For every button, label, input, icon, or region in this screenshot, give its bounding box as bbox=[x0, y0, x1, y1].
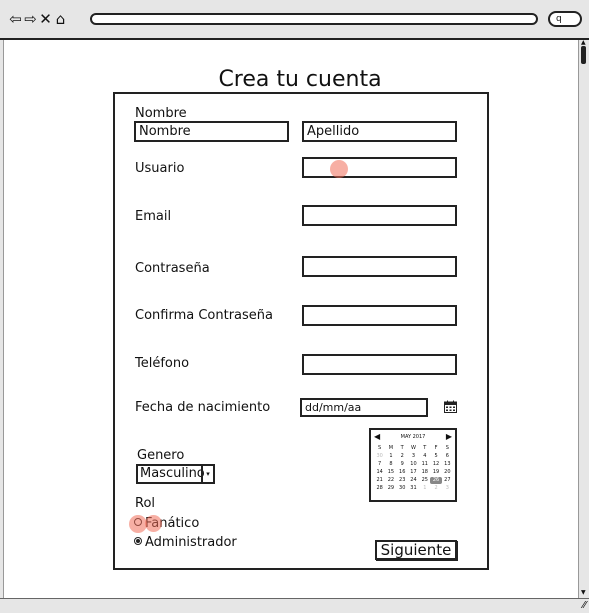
calendar-day[interactable]: 15 bbox=[385, 469, 396, 476]
calendar-weekday: T bbox=[423, 445, 427, 451]
gender-select[interactable]: Masculino ▾ bbox=[136, 464, 215, 484]
role-option-label: Administrador bbox=[145, 535, 237, 550]
address-bar[interactable] bbox=[90, 13, 538, 25]
calendar-day[interactable]: 19 bbox=[430, 469, 441, 476]
calendar-weekday: W bbox=[411, 445, 416, 451]
email-field[interactable] bbox=[302, 205, 457, 226]
calendar-day[interactable]: 18 bbox=[419, 469, 430, 476]
phone-label: Teléfono bbox=[135, 356, 190, 371]
calendar-day[interactable]: 29 bbox=[385, 485, 396, 492]
last-name-field[interactable]: Apellido bbox=[302, 121, 457, 142]
calendar-day[interactable]: 28 bbox=[374, 485, 385, 492]
calendar-weekday: M bbox=[388, 445, 394, 451]
confirm-password-field[interactable] bbox=[302, 305, 457, 326]
forward-arrow-icon[interactable]: ⇨ bbox=[24, 10, 39, 28]
cursor-highlight bbox=[330, 160, 348, 178]
first-name-field[interactable]: Nombre bbox=[134, 121, 289, 142]
calendar-day[interactable]: 25 bbox=[419, 477, 430, 484]
chevron-down-icon[interactable]: ▾ bbox=[201, 466, 213, 482]
calendar-day[interactable]: 3 bbox=[442, 485, 453, 492]
calendar-grid: S M T W T F S 30 1 2 3 4 5 6 7 8 9 10 11 12 13 14 15 16 17 18 19 20… bbox=[374, 445, 453, 492]
calendar-day[interactable]: 27 bbox=[442, 477, 453, 484]
calendar-day[interactable]: 21 bbox=[374, 477, 385, 484]
date-picker-calendar[interactable]: ◀ MAY 2017 ▶ S M T W T F S 30 1 2 3 4 5 6 7 8 9 10 11 12 13 1… bbox=[369, 428, 457, 502]
role-label: Rol bbox=[135, 496, 156, 511]
nombre-label: Nombre bbox=[135, 106, 187, 121]
calendar-day[interactable]: 5 bbox=[430, 453, 441, 460]
next-button[interactable]: Siguiente bbox=[375, 540, 457, 560]
password-field[interactable] bbox=[302, 256, 457, 277]
calendar-weekday: S bbox=[378, 445, 382, 451]
cursor-highlight bbox=[145, 515, 162, 532]
next-month-icon[interactable]: ▶ bbox=[446, 432, 452, 441]
search-box[interactable]: q bbox=[548, 11, 582, 27]
calendar-day[interactable]: 10 bbox=[408, 461, 419, 468]
scroll-down-icon[interactable]: ▼ bbox=[581, 589, 586, 596]
calendar-day[interactable]: 3 bbox=[408, 453, 419, 460]
calendar-day[interactable]: 11 bbox=[419, 461, 430, 468]
resize-grip-icon[interactable]: ⁄⁄ bbox=[583, 600, 586, 611]
calendar-day[interactable]: 7 bbox=[374, 461, 385, 468]
calendar-day[interactable]: 16 bbox=[397, 469, 408, 476]
role-option-administrador[interactable]: Administrador bbox=[134, 535, 237, 550]
calendar-day[interactable]: 22 bbox=[385, 477, 396, 484]
calendar-weekday: T bbox=[400, 445, 404, 451]
calendar-day[interactable]: 8 bbox=[385, 461, 396, 468]
usuario-label: Usuario bbox=[135, 161, 185, 176]
calendar-icon[interactable] bbox=[444, 400, 457, 413]
calendar-day[interactable]: 26 bbox=[430, 477, 442, 484]
calendar-day[interactable]: 17 bbox=[408, 469, 419, 476]
birthdate-label: Fecha de nacimiento bbox=[135, 400, 271, 415]
calendar-month: MAY 2017 bbox=[400, 434, 426, 440]
password-label: Contraseña bbox=[135, 261, 210, 276]
phone-field[interactable] bbox=[302, 354, 457, 375]
vertical-scrollbar[interactable]: ▲ ▼ bbox=[578, 39, 589, 598]
window-left-edge bbox=[0, 40, 4, 600]
nav-buttons: ⇦⇨✕ ⌂ bbox=[9, 10, 69, 28]
gender-select-value: Masculino bbox=[140, 466, 205, 481]
scroll-thumb[interactable] bbox=[581, 46, 586, 64]
calendar-day[interactable]: 31 bbox=[408, 485, 419, 492]
calendar-day[interactable]: 24 bbox=[408, 477, 419, 484]
email-label: Email bbox=[135, 209, 172, 224]
calendar-day[interactable]: 13 bbox=[442, 461, 453, 468]
birthdate-field[interactable]: dd/mm/aa bbox=[300, 398, 428, 417]
calendar-header: ◀ MAY 2017 ▶ bbox=[371, 432, 455, 442]
calendar-day[interactable]: 6 bbox=[442, 453, 453, 460]
username-field[interactable] bbox=[302, 157, 457, 178]
calendar-day[interactable]: 12 bbox=[430, 461, 441, 468]
home-icon[interactable]: ⌂ bbox=[54, 10, 69, 28]
calendar-weekday: F bbox=[434, 445, 438, 451]
calendar-day[interactable]: 30 bbox=[374, 453, 385, 460]
calendar-day[interactable]: 1 bbox=[419, 485, 430, 492]
close-icon[interactable]: ✕ bbox=[39, 10, 54, 28]
calendar-day[interactable]: 30 bbox=[397, 485, 408, 492]
calendar-day[interactable]: 4 bbox=[419, 453, 430, 460]
confirm-password-label: Confirma Contraseña bbox=[135, 308, 273, 323]
calendar-day[interactable]: 2 bbox=[430, 485, 441, 492]
calendar-day[interactable]: 1 bbox=[385, 453, 396, 460]
search-icon: q bbox=[556, 14, 562, 24]
gender-label: Genero bbox=[137, 448, 185, 463]
calendar-day[interactable]: 9 bbox=[397, 461, 408, 468]
back-arrow-icon[interactable]: ⇦ bbox=[9, 10, 24, 28]
calendar-day[interactable]: 23 bbox=[397, 477, 408, 484]
page-title: Crea tu cuenta bbox=[218, 67, 382, 92]
calendar-day[interactable]: 2 bbox=[397, 453, 408, 460]
status-bar: ⁄⁄ bbox=[0, 598, 589, 613]
scroll-up-icon[interactable]: ▲ bbox=[581, 39, 586, 46]
browser-toolbar: ⇦⇨✕ ⌂ q bbox=[0, 0, 589, 40]
calendar-day[interactable]: 14 bbox=[374, 469, 385, 476]
calendar-weekday: S bbox=[445, 445, 449, 451]
radio-selected-icon[interactable] bbox=[134, 537, 142, 545]
calendar-day[interactable]: 20 bbox=[442, 469, 453, 476]
